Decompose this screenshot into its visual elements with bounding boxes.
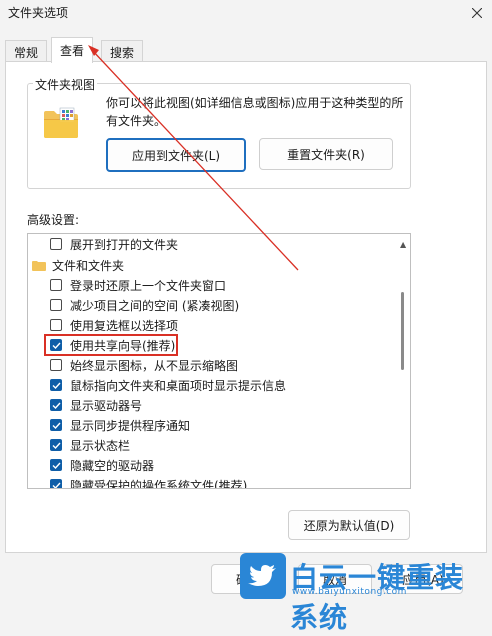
scroll-up-icon[interactable]: ▲ — [400, 240, 406, 249]
watermark-bird-icon — [240, 553, 286, 599]
list-item[interactable]: 使用复选框以选择项 — [50, 315, 178, 335]
checkbox[interactable] — [50, 459, 62, 471]
list-item-label: 使用复选框以选择项 — [70, 318, 179, 333]
apply-to-folders-button[interactable]: 应用到文件夹(L) — [106, 138, 246, 172]
list-item[interactable]: 显示同步提供程序通知 — [50, 415, 190, 435]
annotation-highlight-box — [44, 334, 178, 356]
checkbox[interactable] — [50, 279, 62, 291]
list-item-label: 显示驱动器号 — [70, 398, 143, 413]
reset-folders-button[interactable]: 重置文件夹(R) — [259, 138, 393, 170]
restore-defaults-button[interactable]: 还原为默认值(D) — [288, 510, 410, 540]
close-button[interactable] — [462, 0, 492, 26]
list-item-label: 文件和文件夹 — [52, 258, 125, 273]
list-item-label: 登录时还原上一个文件夹窗口 — [70, 278, 227, 293]
list-item-label: 始终显示图标，从不显示缩略图 — [70, 358, 239, 373]
list-item[interactable]: 展开到打开的文件夹 — [50, 234, 178, 254]
watermark-url: www.baiyunxitong.com — [292, 587, 407, 597]
list-item-folder-group: 文件和文件夹 — [32, 255, 124, 275]
folder-view-icon — [43, 107, 79, 139]
list-item[interactable]: 显示状态栏 — [50, 435, 130, 455]
checkbox[interactable] — [50, 319, 62, 331]
checkbox[interactable] — [50, 379, 62, 391]
list-item[interactable]: 始终显示图标，从不显示缩略图 — [50, 355, 238, 375]
checkbox[interactable] — [50, 399, 62, 411]
checkbox[interactable] — [50, 359, 62, 371]
list-item-label: 展开到打开的文件夹 — [70, 237, 179, 252]
list-item-label: 隐藏受保护的操作系统文件(推荐) — [70, 478, 248, 489]
list-item[interactable]: 显示驱动器号 — [50, 395, 142, 415]
list-item[interactable]: 减少项目之间的空间 (紧凑视图) — [50, 295, 239, 315]
checkbox[interactable] — [50, 299, 62, 311]
advanced-settings-label: 高级设置: — [27, 213, 80, 227]
folder-views-description: 你可以将此视图(如详细信息或图标)应用于这种类型的所有文件夹。 — [106, 96, 404, 128]
list-item[interactable]: 隐藏空的驱动器 — [50, 455, 154, 475]
checkbox[interactable] — [50, 479, 62, 488]
list-item-label: 显示同步提供程序通知 — [70, 418, 191, 433]
folder-icon — [32, 260, 46, 271]
list-item-label: 鼠标指向文件夹和桌面项时显示提示信息 — [70, 378, 287, 393]
list-item[interactable]: 登录时还原上一个文件夹窗口 — [50, 275, 226, 295]
list-item[interactable]: 隐藏受保护的操作系统文件(推荐) — [50, 475, 248, 489]
checkbox[interactable] — [50, 419, 62, 431]
folder-views-title: 文件夹视图 — [33, 76, 98, 93]
scrollbar-thumb[interactable] — [401, 292, 404, 370]
list-item[interactable]: 鼠标指向文件夹和桌面项时显示提示信息 — [50, 375, 286, 395]
tab-general[interactable]: 常规 — [5, 40, 48, 63]
list-item-label: 隐藏空的驱动器 — [70, 458, 155, 473]
checkbox[interactable] — [50, 238, 62, 250]
window-title: 文件夹选项 — [8, 6, 69, 20]
close-icon — [472, 8, 482, 18]
tab-search[interactable]: 搜索 — [101, 40, 144, 63]
tab-view[interactable]: 查看 — [51, 37, 94, 63]
list-item-label: 减少项目之间的空间 (紧凑视图) — [70, 298, 240, 313]
advanced-settings-list[interactable]: 展开到打开的文件夹 文件和文件夹 登录时还原上一个文件夹窗口 减少项目之间的空间… — [27, 233, 411, 489]
list-item-label: 显示状态栏 — [70, 438, 131, 453]
checkbox[interactable] — [50, 439, 62, 451]
